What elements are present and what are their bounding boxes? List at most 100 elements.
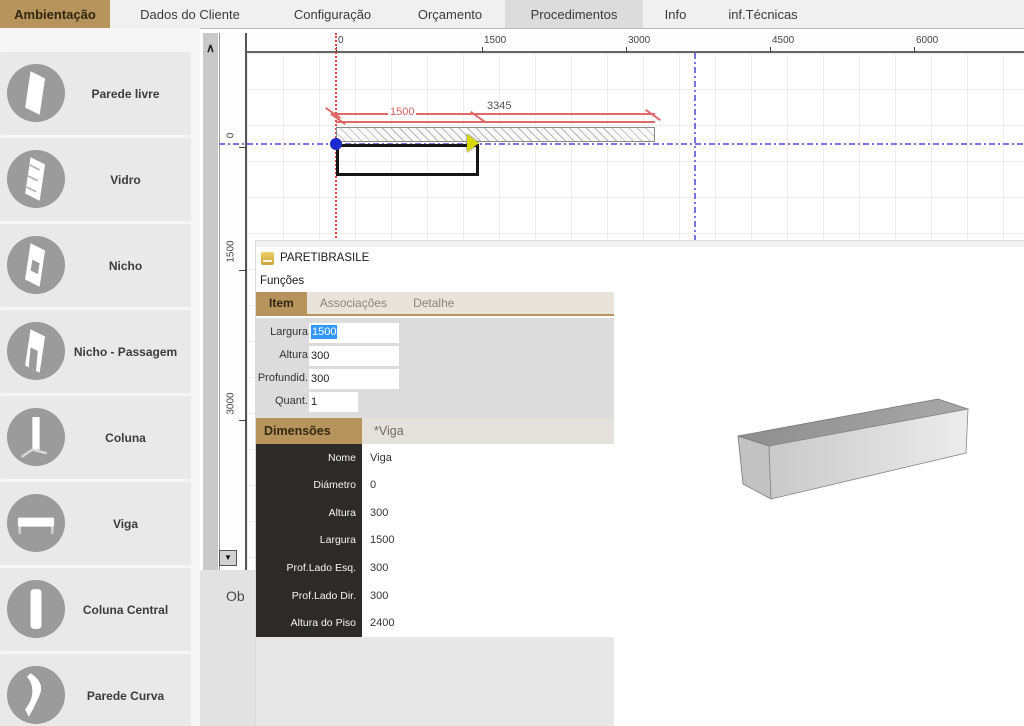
properties-header: Dimensões *Viga bbox=[256, 418, 614, 444]
dimensoes-tab[interactable]: Dimensões bbox=[256, 418, 362, 444]
object-name-tab[interactable]: *Viga bbox=[374, 418, 404, 444]
ruler-h-label: 0 bbox=[338, 35, 344, 46]
dialog-title-bar[interactable]: PARETIBRASILE bbox=[256, 247, 1024, 269]
prop-value-diametro[interactable]: 0 bbox=[362, 472, 614, 500]
beam-icon bbox=[7, 494, 65, 552]
tab-dados-do-cliente[interactable]: Dados do Cliente bbox=[110, 0, 270, 28]
ruler-h-label: 3000 bbox=[628, 35, 650, 46]
ruler-tick bbox=[239, 147, 247, 148]
tab-detalhe[interactable]: Detalhe bbox=[400, 292, 467, 314]
sidebar-item-label: Coluna Central bbox=[66, 568, 185, 651]
ruler-dropdown-button[interactable]: ▼ bbox=[219, 550, 237, 566]
largura-field[interactable]: 1500 bbox=[309, 323, 399, 343]
ruler-tick bbox=[626, 47, 627, 53]
selected-beam-outline[interactable] bbox=[336, 144, 479, 176]
clipped-observations-label: Ob bbox=[226, 588, 245, 604]
sidebar-item-nicho-passagem[interactable]: Nicho - Passagem bbox=[0, 310, 191, 393]
ruler-tick bbox=[482, 47, 483, 53]
scroll-up-icon[interactable]: ∧ bbox=[203, 40, 218, 56]
dialog-tab-strip: Item Associações Detalhe bbox=[256, 292, 614, 316]
sidebar-item-coluna-central[interactable]: Coluna Central bbox=[0, 568, 191, 651]
prop-value-prof-lado-dir[interactable]: 300 bbox=[362, 582, 614, 610]
tab-procedimentos[interactable]: Procedimentos bbox=[505, 0, 643, 28]
sidebar-item-label: Parede Curva bbox=[66, 654, 185, 726]
column-icon bbox=[7, 408, 65, 466]
ruler-tick bbox=[770, 47, 771, 53]
dimension-line-total bbox=[336, 113, 655, 115]
sidebar-item-label: Viga bbox=[66, 482, 185, 565]
tab-orcamento[interactable]: Orçamento bbox=[395, 0, 505, 28]
canvas-scrollbar[interactable] bbox=[203, 33, 218, 570]
profundidade-field[interactable] bbox=[309, 369, 399, 389]
dialog-menu-bar: Funções bbox=[256, 269, 1024, 292]
tab-info[interactable]: Info bbox=[643, 0, 708, 28]
item-form: Largura 1500 Altura Profundid. Quant. bbox=[256, 318, 614, 418]
form-row-quantidade: Quant. bbox=[256, 392, 614, 412]
prop-value-nome[interactable]: Viga bbox=[362, 444, 614, 472]
form-row-largura: Largura 1500 bbox=[256, 323, 614, 343]
altura-label: Altura bbox=[256, 349, 308, 361]
paretibrasile-dialog: PARETIBRASILE Funções Item Associações D… bbox=[255, 240, 1024, 726]
tab-configuracao[interactable]: Configuração bbox=[270, 0, 395, 28]
property-labels-column: Nome Diámetro Altura Largura Prof.Lado E… bbox=[256, 444, 362, 637]
sidebar-item-vidro[interactable]: Vidro bbox=[0, 138, 191, 221]
sidebar-item-label: Coluna bbox=[66, 396, 185, 479]
ruler-tick bbox=[239, 420, 247, 421]
selected-value: 1500 bbox=[311, 325, 337, 339]
tab-ambientacao[interactable]: Ambientação bbox=[0, 0, 110, 28]
prop-label-nome: Nome bbox=[256, 444, 362, 472]
ruler-v-label: 0 bbox=[226, 119, 237, 153]
glass-icon bbox=[7, 150, 65, 208]
wall-hatched-bar[interactable] bbox=[336, 127, 655, 142]
largura-label: Largura bbox=[256, 326, 308, 338]
form-row-altura: Altura bbox=[256, 346, 614, 366]
sidebar-item-parede-livre[interactable]: Parede livre bbox=[0, 52, 191, 135]
ruler-h-label: 1500 bbox=[484, 35, 506, 46]
sidebar-item-label: Nicho - Passagem bbox=[66, 310, 185, 393]
beam-3d-preview bbox=[726, 386, 986, 511]
ruler-h-label: 6000 bbox=[916, 35, 938, 46]
free-wall-icon bbox=[7, 64, 65, 122]
prop-value-prof-lado-esq[interactable]: 300 bbox=[362, 554, 614, 582]
curved-wall-icon bbox=[7, 666, 65, 724]
niche-icon bbox=[7, 236, 65, 294]
insertion-arrow-marker[interactable] bbox=[467, 134, 479, 152]
application-window: Ambientação Dados do Cliente Configuraçã… bbox=[0, 0, 1024, 726]
tab-associacoes[interactable]: Associações bbox=[307, 292, 400, 314]
prop-value-altura[interactable]: 300 bbox=[362, 499, 614, 527]
prop-label-largura: Largura bbox=[256, 527, 362, 555]
main-menu-bar: Ambientação Dados do Cliente Configuraçã… bbox=[0, 0, 1024, 28]
dialog-footer bbox=[256, 637, 614, 726]
sidebar-item-nicho[interactable]: Nicho bbox=[0, 224, 191, 307]
prop-label-prof-lado-dir: Prof.Lado Dir. bbox=[256, 582, 362, 610]
ruler-tick bbox=[914, 47, 915, 53]
ruler-tick bbox=[239, 270, 247, 271]
dimension-value-3345: 3345 bbox=[485, 100, 513, 112]
tools-sidebar: Parede livre Vidro Nicho Nicho - Passage… bbox=[0, 28, 200, 726]
tab-inf-tecnicas[interactable]: inf.Técnicas bbox=[708, 0, 818, 28]
dialog-app-icon bbox=[261, 252, 274, 265]
ruler-v-label: 3000 bbox=[226, 387, 237, 421]
ruler-v-label: 1500 bbox=[226, 235, 237, 269]
prop-value-largura[interactable]: 1500 bbox=[362, 527, 614, 555]
quantidade-field[interactable] bbox=[309, 392, 358, 412]
ruler-h-label: 4500 bbox=[772, 35, 794, 46]
property-values-column: Viga 0 300 1500 300 300 2400 bbox=[362, 444, 614, 637]
niche-passage-icon bbox=[7, 322, 65, 380]
origin-point-marker[interactable] bbox=[330, 138, 342, 150]
sidebar-item-viga[interactable]: Viga bbox=[0, 482, 191, 565]
prop-label-diametro: Diámetro bbox=[256, 472, 362, 500]
quantidade-label: Quant. bbox=[256, 395, 308, 407]
tab-item[interactable]: Item bbox=[256, 292, 307, 314]
prop-label-altura: Altura bbox=[256, 499, 362, 527]
dimension-line-partial bbox=[336, 121, 655, 123]
sidebar-item-coluna[interactable]: Coluna bbox=[0, 396, 191, 479]
central-column-icon bbox=[7, 580, 65, 638]
prop-value-altura-do-piso[interactable]: 2400 bbox=[362, 609, 614, 637]
sidebar-item-label: Parede livre bbox=[66, 52, 185, 135]
properties-grid: Nome Diámetro Altura Largura Prof.Lado E… bbox=[256, 444, 614, 637]
menu-funcoes[interactable]: Funções bbox=[256, 275, 304, 287]
sidebar-item-parede-curva[interactable]: Parede Curva bbox=[0, 654, 191, 726]
altura-field[interactable] bbox=[309, 346, 399, 366]
dialog-title: PARETIBRASILE bbox=[280, 252, 369, 264]
